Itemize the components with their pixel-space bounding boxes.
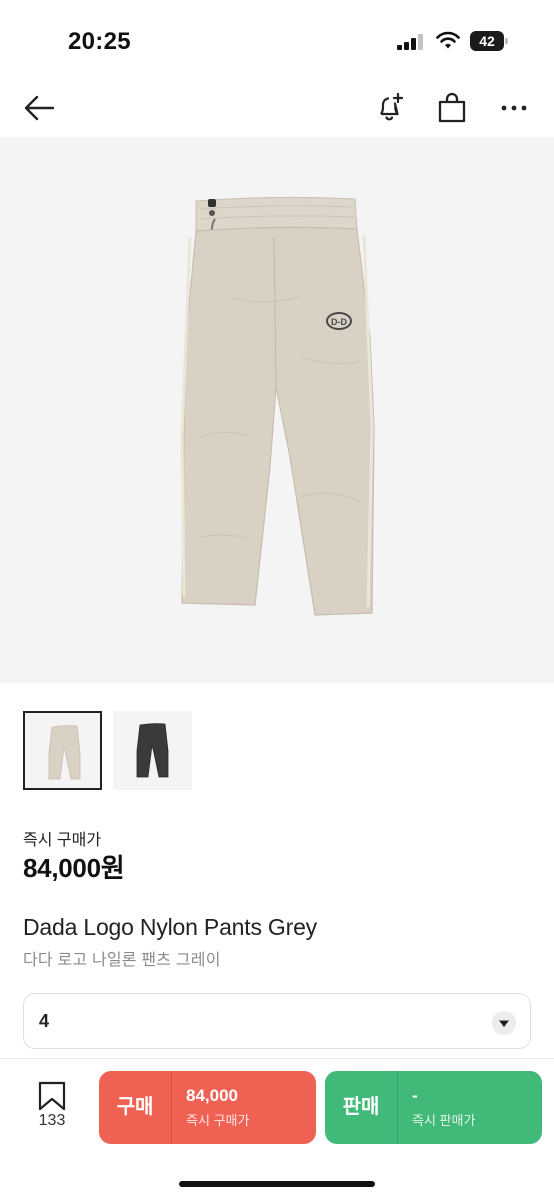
- sell-button[interactable]: 판매 - 즉시 판매가: [325, 1071, 542, 1144]
- status-bar: 20:25 42: [0, 0, 554, 80]
- wifi-icon: [436, 31, 460, 49]
- shopping-bag-button[interactable]: [431, 88, 473, 128]
- pants-thumbnail-black: [136, 723, 169, 778]
- buy-price: 84,000: [186, 1086, 238, 1105]
- pants-illustration: D-D: [180, 196, 375, 616]
- buy-button[interactable]: 구매 84,000 즉시 구매가: [99, 1071, 316, 1144]
- bottom-action-bar: 133 구매 84,000 즉시 구매가 판매 - 즉시 판매가: [0, 1058, 554, 1200]
- wishlist-count: 133: [38, 1112, 66, 1129]
- sell-sub: 즉시 판매가: [412, 1113, 476, 1128]
- price: 84,000원: [23, 853, 125, 883]
- price-label: 즉시 구매가: [23, 832, 102, 849]
- status-time: 20:25: [68, 28, 131, 55]
- wishlist-button[interactable]: 133: [30, 1081, 74, 1133]
- bell-plus-icon: [380, 92, 404, 121]
- pants-thumbnail-beige: [48, 725, 81, 780]
- bookmark-icon: [38, 1081, 66, 1111]
- more-button[interactable]: [493, 88, 535, 128]
- logo-patch: D-D: [331, 317, 347, 327]
- sell-price: -: [412, 1086, 418, 1105]
- product-name-korean: 다다 로고 나일론 팬츠 그레이: [23, 952, 221, 969]
- battery-level: 42: [470, 31, 504, 51]
- ellipsis-icon: [501, 105, 527, 111]
- battery-icon: 42: [470, 31, 508, 51]
- buy-label: 구매: [116, 1096, 154, 1118]
- size-value: 4: [39, 1011, 50, 1031]
- nav-bar: [0, 80, 554, 136]
- product-name: Dada Logo Nylon Pants Grey: [23, 914, 317, 940]
- thumbnail-black[interactable]: [113, 711, 192, 790]
- price-alert-button[interactable]: [369, 88, 411, 128]
- thumbnail-beige[interactable]: [23, 711, 102, 790]
- home-indicator: [179, 1181, 375, 1187]
- chevron-down-icon: [492, 1011, 516, 1035]
- arrow-left-icon: [24, 95, 55, 121]
- back-button[interactable]: [18, 88, 60, 128]
- size-select[interactable]: 4: [23, 993, 531, 1049]
- buy-sub: 즉시 구매가: [186, 1113, 250, 1128]
- sell-label: 판매: [342, 1096, 380, 1118]
- product-image[interactable]: D-D: [0, 137, 554, 683]
- shopping-bag-icon: [438, 92, 466, 123]
- cellular-signal-icon: [397, 34, 423, 50]
